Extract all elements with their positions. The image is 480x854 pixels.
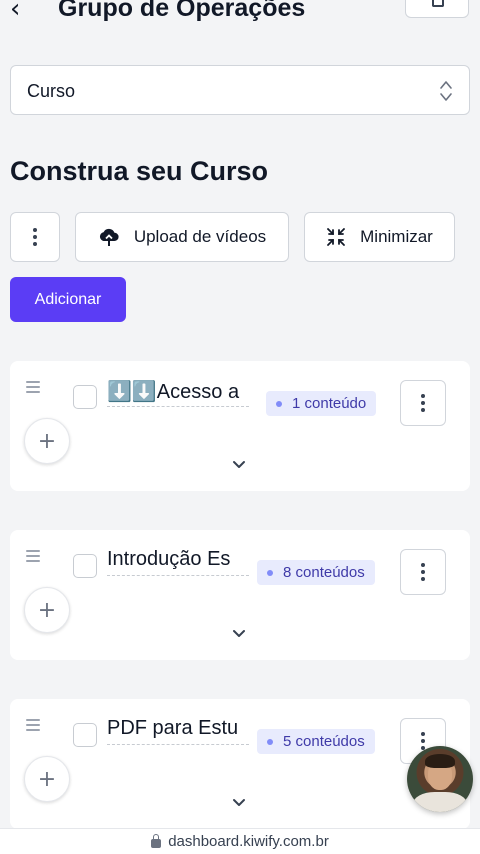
- chevron-up-down-icon: [440, 81, 452, 101]
- page-title: Grupo de Operações: [58, 0, 306, 22]
- drag-handle-icon[interactable]: [26, 550, 40, 562]
- module-card: PDF para Estu 5 conteúdos +: [10, 699, 470, 829]
- add-button[interactable]: Adicionar: [10, 277, 126, 322]
- vertical-dots-icon: [421, 732, 425, 750]
- minimize-label: Minimizar: [360, 227, 433, 246]
- collapse-icon: [326, 227, 346, 247]
- course-select[interactable]: Curso: [10, 65, 470, 115]
- module-checkbox[interactable]: [73, 385, 97, 409]
- content-count-badge: 8 conteúdos: [257, 560, 375, 585]
- drag-handle-icon[interactable]: [26, 719, 40, 731]
- cloud-upload-icon: [98, 226, 120, 248]
- module-options-button[interactable]: [400, 549, 446, 595]
- browser-url: dashboard.kiwify.com.br: [168, 833, 329, 850]
- minimize-button[interactable]: Minimizar: [304, 212, 455, 262]
- chevron-left-icon[interactable]: ‹: [10, 0, 20, 24]
- vertical-dots-icon: [421, 394, 425, 412]
- add-content-button[interactable]: +: [24, 418, 70, 464]
- badge-dot-icon: [276, 400, 282, 407]
- content-count-badge: 1 conteúdo: [266, 391, 377, 416]
- content-count-label: 5 conteúdos: [283, 733, 365, 750]
- badge-dot-icon: [267, 569, 273, 576]
- module-options-button[interactable]: [400, 380, 446, 426]
- module-title[interactable]: Introdução Es: [107, 548, 249, 576]
- vertical-dots-icon: [421, 563, 425, 581]
- vertical-dots-icon: [33, 228, 37, 246]
- module-title[interactable]: PDF para Estu: [107, 717, 249, 745]
- upload-videos-button[interactable]: Upload de vídeos: [75, 212, 289, 262]
- lock-icon: [151, 834, 162, 848]
- plus-icon: +: [37, 428, 57, 454]
- content-count-label: 8 conteúdos: [283, 564, 365, 581]
- plus-icon: +: [37, 597, 57, 623]
- module-checkbox[interactable]: [73, 554, 97, 578]
- save-button[interactable]: [405, 0, 469, 18]
- course-select-value: Curso: [27, 81, 76, 101]
- chevron-down-icon[interactable]: [231, 628, 247, 640]
- content-count-label: 1 conteúdo: [292, 395, 367, 412]
- support-avatar[interactable]: [407, 746, 473, 812]
- add-content-button[interactable]: +: [24, 587, 70, 633]
- module-title[interactable]: ⬇️⬇️Acesso a: [107, 379, 249, 407]
- more-options-button[interactable]: [10, 212, 60, 262]
- content-count-badge: 5 conteúdos: [257, 729, 375, 754]
- module-checkbox[interactable]: [73, 723, 97, 747]
- module-card: ⬇️⬇️Acesso a 1 conteúdo +: [10, 361, 470, 491]
- save-icon: [432, 0, 444, 7]
- browser-url-bar[interactable]: dashboard.kiwify.com.br: [0, 828, 480, 854]
- section-title: Construa seu Curso: [10, 156, 269, 186]
- upload-videos-label: Upload de vídeos: [133, 227, 267, 246]
- module-card: Introdução Es 8 conteúdos +: [10, 530, 470, 660]
- drag-handle-icon[interactable]: [26, 381, 40, 393]
- page-header: ‹ Grupo de Operações: [0, 0, 480, 40]
- plus-icon: +: [37, 766, 57, 792]
- badge-dot-icon: [267, 738, 273, 745]
- chevron-down-icon[interactable]: [231, 797, 247, 809]
- add-content-button[interactable]: +: [24, 756, 70, 802]
- chevron-down-icon[interactable]: [231, 459, 247, 471]
